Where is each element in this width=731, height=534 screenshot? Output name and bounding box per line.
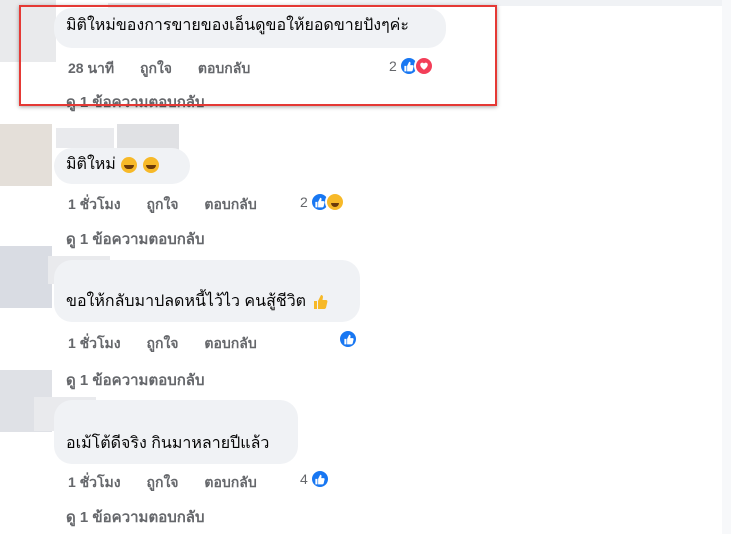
reaction-summary[interactable]: 2 [300, 192, 345, 212]
comment-text: ขอให้กลับมาปลดหนี้ไว้ไว คนสู้ชีวิต [66, 293, 307, 310]
comment-time[interactable]: 1 ชั่วโมง [68, 335, 121, 351]
scrollbar-track[interactable] [722, 0, 731, 534]
commenter-name-redacted[interactable] [56, 128, 114, 148]
comment-bubble: ขอให้กลับมาปลดหนี้ไว้ไว คนสู้ชีวิต [54, 260, 360, 322]
avatar[interactable] [0, 124, 52, 186]
like-link[interactable]: ถูกใจ [147, 196, 179, 212]
like-link[interactable]: ถูกใจ [147, 474, 179, 490]
reaction-count: 2 [300, 194, 308, 210]
comment-actions: 1 ชั่วโมง ถูกใจ ตอบกลับ [68, 333, 279, 355]
reply-link[interactable]: ตอบกลับ [204, 335, 256, 351]
comment-text: มิติใหม่ [66, 156, 116, 173]
comment-actions: 1 ชั่วโมง ถูกใจ ตอบกลับ [68, 472, 279, 494]
avatar[interactable] [0, 246, 52, 308]
like-icon [338, 329, 358, 349]
reply-link[interactable]: ตอบกลับ [204, 196, 256, 212]
comment-bubble: มิติใหม่ [54, 148, 190, 184]
comment-time[interactable]: 1 ชั่วโมง [68, 196, 121, 212]
commenter-name-redacted[interactable] [117, 124, 179, 150]
laughing-emoji-icon [121, 157, 138, 173]
view-replies-link[interactable]: ดู 1 ข้อความตอบกลับ [66, 368, 205, 392]
like-icon [309, 469, 330, 489]
highlight-box [19, 5, 497, 106]
laughing-emoji-icon [142, 157, 159, 173]
view-replies-link[interactable]: ดู 1 ข้อความตอบกลับ [66, 505, 205, 529]
thumbs-up-emoji-icon [312, 294, 328, 310]
haha-icon [324, 192, 345, 212]
comment-actions: 1 ชั่วโมง ถูกใจ ตอบกลับ [68, 194, 279, 216]
comment-time[interactable]: 1 ชั่วโมง [68, 474, 121, 490]
view-replies-link[interactable]: ดู 1 ข้อความตอบกลับ [66, 227, 205, 251]
reaction-summary[interactable] [336, 329, 358, 349]
reply-link[interactable]: ตอบกลับ [204, 474, 256, 490]
reaction-summary[interactable]: 4 [300, 469, 330, 489]
like-link[interactable]: ถูกใจ [147, 335, 179, 351]
comment-text: อเม้โต้ดีจริง กินมาหลายปีแล้ว [66, 435, 270, 452]
reaction-count: 4 [300, 471, 308, 487]
comment-bubble: อเม้โต้ดีจริง กินมาหลายปีแล้ว [54, 400, 298, 464]
